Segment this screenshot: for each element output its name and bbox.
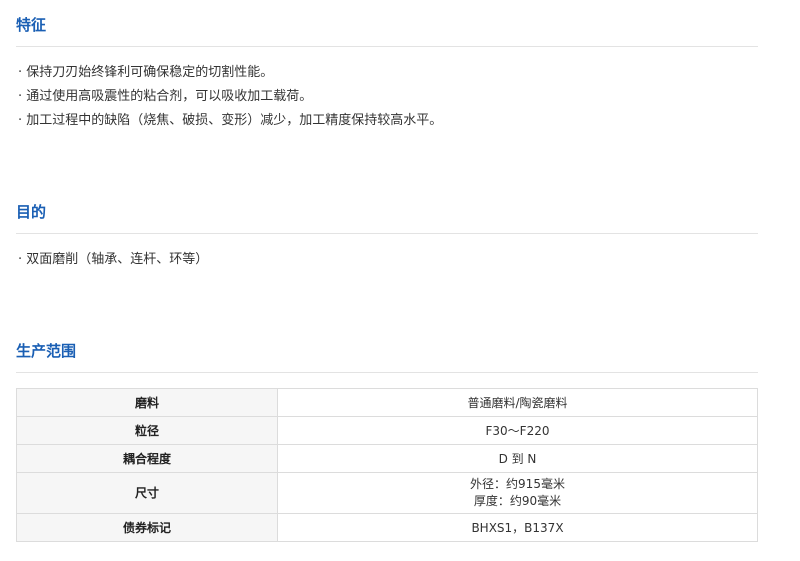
features-item-1: · 保持刀刃始终锋利可确保稳定的切割性能。: [18, 65, 274, 80]
table-row-size: 尺寸 外径：约915毫米 厚度：约90毫米: [16, 472, 758, 514]
range-divider: [16, 372, 758, 373]
features-list: · 保持刀刃始终锋利可确保稳定的切割性能。 · 通过使用高吸震性的粘合剂，可以吸…: [16, 61, 758, 133]
table-row-grade: 耦合程度 D 到 N: [16, 444, 758, 473]
features-section: 特征 · 保持刀刃始终锋利可确保稳定的切割性能。 · 通过使用高吸震性的粘合剂，…: [16, 14, 758, 133]
table-label: 粒径: [16, 416, 278, 445]
table-label: 债券标记: [16, 513, 278, 542]
table-value: D 到 N: [277, 444, 758, 473]
table-label: 磨料: [16, 388, 278, 417]
table-label: 耦合程度: [16, 444, 278, 473]
size-outer-diameter: 外径：约915毫米: [470, 477, 565, 491]
size-thickness: 厚度：约90毫米: [473, 494, 562, 508]
purpose-section: 目的 · 双面磨削（轴承、连杆、环等）: [16, 201, 758, 272]
table-value: BHXS1，B137X: [277, 513, 758, 542]
features-item-2: · 通过使用高吸震性的粘合剂，可以吸收加工载荷。: [18, 89, 313, 104]
purpose-list: · 双面磨削（轴承、连杆、环等）: [16, 248, 758, 272]
features-title: 特征: [16, 16, 47, 34]
table-value: 普通磨料/陶瓷磨料: [277, 388, 758, 417]
purpose-title: 目的: [16, 203, 47, 221]
purpose-divider: [16, 233, 758, 234]
table-label: 尺寸: [16, 472, 278, 514]
production-range-table: 磨料 普通磨料/陶瓷磨料 粒径 F30～F220 耦合程度 D 到 N 尺寸 外…: [16, 388, 758, 542]
range-section: 生产范围: [16, 340, 758, 373]
purpose-item-1: · 双面磨削（轴承、连杆、环等）: [18, 252, 209, 267]
features-item-3: · 加工过程中的缺陷（烧焦、破损、变形）减少，加工精度保持较高水平。: [18, 113, 443, 128]
features-divider: [16, 46, 758, 47]
table-row-bond: 债券标记 BHXS1，B137X: [16, 513, 758, 542]
range-title: 生产范围: [16, 342, 77, 360]
table-value: 外径：约915毫米 厚度：约90毫米: [277, 472, 758, 514]
table-row-grit: 粒径 F30～F220: [16, 416, 758, 445]
table-row-abrasive: 磨料 普通磨料/陶瓷磨料: [16, 388, 758, 417]
table-value: F30～F220: [277, 416, 758, 445]
